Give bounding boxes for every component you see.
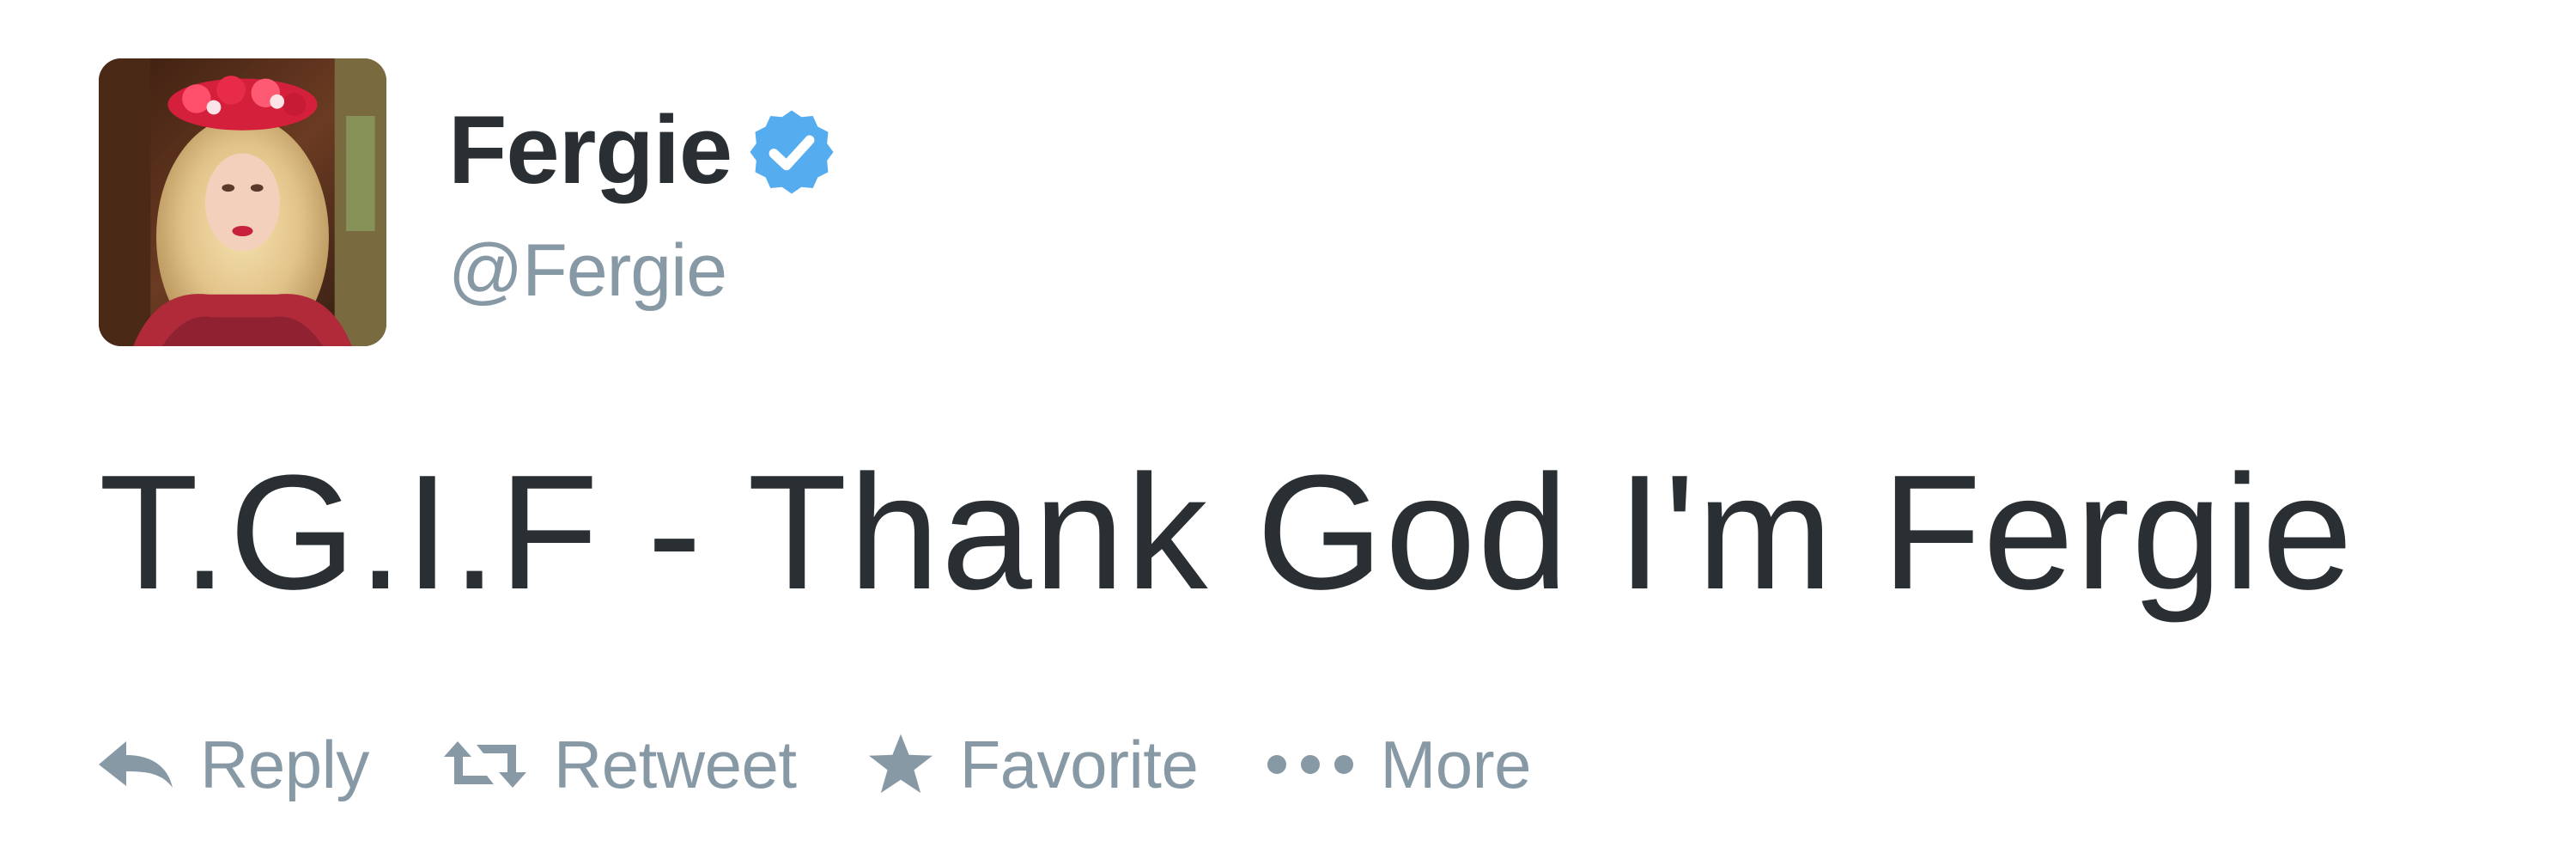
retweet-label: Retweet xyxy=(553,727,797,802)
verified-badge-icon xyxy=(747,107,836,197)
avatar[interactable] xyxy=(99,58,386,346)
favorite-button[interactable]: Favorite xyxy=(867,731,1199,798)
retweet-button[interactable]: Retweet xyxy=(442,731,797,798)
star-icon xyxy=(867,733,934,796)
more-dots-icon xyxy=(1267,754,1354,775)
more-button[interactable]: More xyxy=(1267,727,1532,802)
tweet-actions: Reply Retweet Favorite More xyxy=(99,726,1532,803)
reply-icon xyxy=(99,738,174,791)
retweet-icon xyxy=(442,738,528,791)
reply-button[interactable]: Reply xyxy=(99,731,369,798)
more-label: More xyxy=(1380,727,1532,802)
favorite-label: Favorite xyxy=(959,727,1199,802)
user-name-row[interactable]: Fergie xyxy=(448,94,836,206)
reply-label: Reply xyxy=(200,727,369,802)
screen-name[interactable]: @Fergie xyxy=(448,234,727,308)
tweet-card: Fergie @Fergie T.G.I.F - Thank God I'm F… xyxy=(0,0,2576,859)
display-name[interactable]: Fergie xyxy=(448,102,732,198)
avatar-image xyxy=(99,58,386,346)
tweet-text: T.G.I.F - Thank God I'm Fergie xyxy=(99,442,2354,624)
